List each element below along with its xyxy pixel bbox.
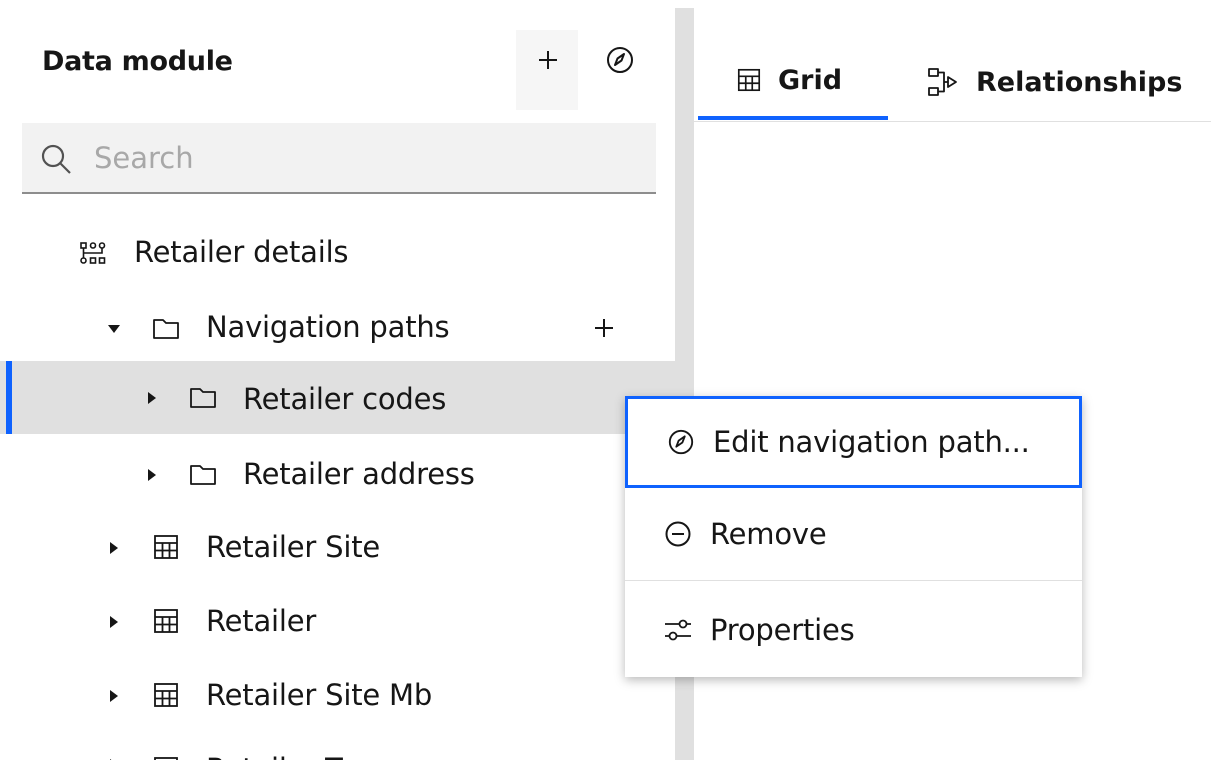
selection-indicator [6,361,12,434]
table-icon [154,609,178,633]
add-navigation-path-button[interactable] [584,308,624,348]
tree-item-retailer-address[interactable]: Retailer address [0,438,675,511]
tab-label: Relationships [976,66,1183,98]
tree-item-retailer-codes[interactable]: Retailer codes [0,361,675,434]
menu-item-remove[interactable]: Remove [625,488,1082,581]
tree-item-retailer-site-mb[interactable]: Retailer Site Mb [0,659,675,732]
tree-item-label: Navigation paths [206,310,450,344]
data-module-icon [80,242,106,264]
context-menu: Edit navigation path... Remove Propertie… [625,396,1082,677]
tab-relationships[interactable]: Relationships [926,44,1211,120]
search-input[interactable] [94,123,634,192]
tree-item-retailer[interactable]: Retailer [0,585,675,658]
data-module-panel: Data module Retailer details Navigat [0,0,675,760]
menu-item-label: Properties [710,612,855,647]
caret-right-icon[interactable] [144,467,160,483]
relationships-icon [928,68,957,96]
add-button[interactable] [528,40,568,80]
tree-item-label: Retailer [206,604,317,638]
caret-down-icon[interactable] [106,321,122,337]
caret-right-icon[interactable] [106,540,122,556]
tree-item-label: Retailer Site [206,530,381,564]
remove-icon [663,519,693,549]
tree-item-label: Retailer Ty... [206,752,378,760]
table-icon [154,535,178,559]
edit-navigation-icon [666,427,696,457]
plus-icon [595,319,613,337]
folder-icon [190,465,216,485]
menu-item-properties[interactable]: Properties [625,582,1082,677]
edit-navigation-path-button[interactable] [600,40,640,80]
grid-icon [737,68,761,92]
tree-item-label: Retailer codes [243,382,447,416]
tree-item-label: Retailer address [243,457,475,491]
menu-item-label: Edit navigation path... [713,425,1030,459]
table-icon [154,757,178,760]
tab-label: Grid [778,64,843,96]
caret-right-icon[interactable] [106,688,122,704]
tree-item-label: Retailer Site Mb [206,678,433,712]
table-icon [154,683,178,707]
panel-title: Data module [42,46,233,77]
tree-item-label: Retailer details [134,235,349,269]
tab-grid[interactable]: Grid [698,44,888,120]
tree-item-navigation-paths[interactable]: Navigation paths [0,292,675,365]
menu-item-label: Remove [710,517,827,551]
search-icon [41,144,71,174]
tree-item-retailer-details[interactable]: Retailer details [0,218,675,291]
folder-icon [153,319,179,339]
caret-right-icon[interactable] [106,614,122,630]
compass-edit-icon [607,47,633,73]
properties-icon [663,615,693,645]
tree-item-retailer-site[interactable]: Retailer Site [0,511,675,584]
menu-item-edit-navigation-path[interactable]: Edit navigation path... [625,396,1082,488]
search-box[interactable] [22,123,656,194]
tree-item-partial[interactable]: Retailer Ty... [0,733,675,760]
folder-icon [190,388,216,408]
plus-icon [539,51,557,69]
tabs-divider [694,121,1211,122]
caret-right-icon[interactable] [144,390,160,406]
